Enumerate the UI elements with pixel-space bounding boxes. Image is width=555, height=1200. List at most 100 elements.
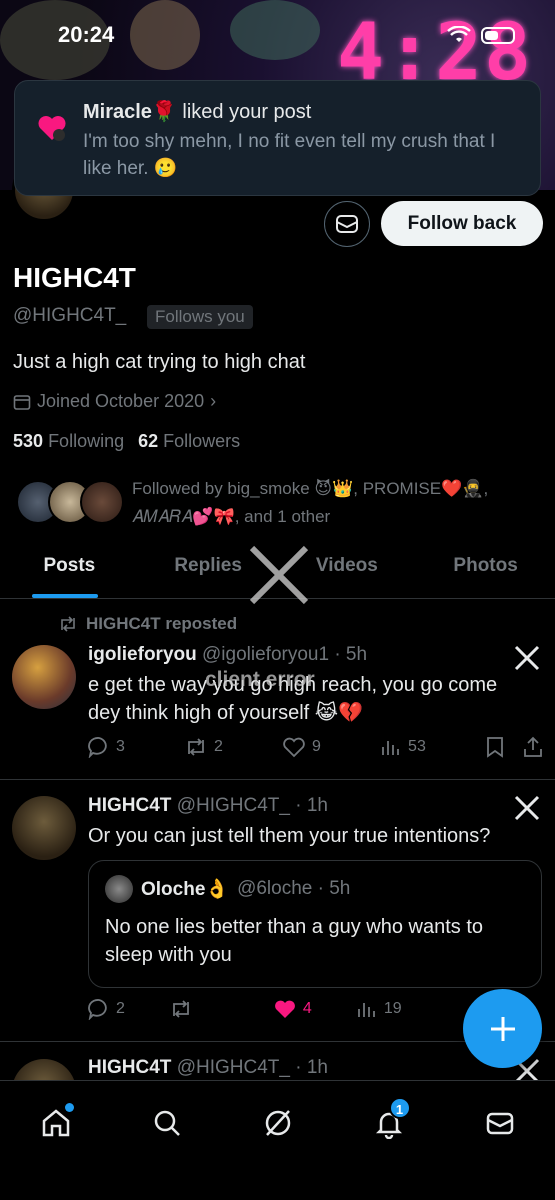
repost-label: HIGHC4T reposted [86,614,238,633]
chevron-right-icon: › [210,391,217,411]
status-time: 20:24 [58,22,115,47]
like-notification[interactable]: Miracle🌹 liked your post I'm too shy meh… [14,80,541,196]
like-count: 9 [312,738,321,755]
post-avatar[interactable] [12,796,76,860]
quote-meta: @6loche · 5h [237,878,351,899]
post-actions: 3 2 9 53 [88,736,543,758]
followers-label: Followers [163,431,241,451]
like-button[interactable]: 9 [282,736,321,758]
repost-icon [188,738,204,756]
nav-grok[interactable] [258,1103,298,1143]
author-name: HIGHC4T [88,795,172,816]
views-button[interactable]: 53 [380,737,426,757]
unread-dot [64,1103,74,1112]
heart-filled-icon [274,1000,295,1018]
post-text: Or you can just tell them your true inte… [88,825,491,847]
views-button[interactable]: 19 [356,999,402,1019]
repost-button[interactable] [169,999,193,1019]
reply-icon [88,737,107,758]
repost-icon [173,1000,189,1018]
tab-photos[interactable]: Photos [416,543,555,598]
reply-count: 3 [116,738,125,755]
views-icon [357,1003,375,1017]
x-logo-icon[interactable] [513,794,541,822]
followers-count: 62 [138,431,159,451]
repost-button[interactable]: 2 [184,737,223,757]
notification-body: I'm too shy mehn, I no fit even tell my … [83,131,496,179]
following-count: 530 [13,431,44,451]
banner-art [230,0,320,60]
banner-art [130,0,200,70]
nav-search[interactable] [147,1103,187,1143]
calendar-icon [13,394,31,410]
views-count: 19 [383,1000,402,1017]
avatar [80,480,124,524]
error-cross-icon [249,545,309,605]
quote-header: Oloche👌 @6loche · 5h [105,875,525,903]
heart-icon [38,116,66,141]
joined-label: Joined October 2020 [37,391,205,411]
search-icon [154,1110,180,1136]
quote-author: Oloche👌 [141,879,230,900]
following-link[interactable]: 530 Following [13,431,124,452]
x-logo-icon[interactable] [513,644,541,672]
author-meta: @HIGHC4T_ · 1h [176,1057,328,1078]
like-button[interactable]: 4 [273,998,312,1020]
home-icon [42,1109,69,1137]
like-count: 4 [302,1000,312,1017]
post-author: HIGHC4T @HIGHC4T_ · 1h [88,795,328,817]
envelope-icon [486,1112,513,1135]
author-meta: @igolieforyou1 · 5h [202,644,368,665]
post-author: igolieforyou @igolieforyou1 · 5h [88,644,367,666]
repost-count: 2 [214,738,223,755]
client-error-overlay: client error [205,668,315,691]
profile-bio: Just a high cat trying to high chat [13,351,306,373]
reply-button[interactable]: 2 [88,998,125,1020]
heart-outline-icon [283,737,305,758]
followers-link[interactable]: 62 Followers [138,431,240,452]
author-meta: @HIGHC4T_ · 1h [176,795,328,816]
nav-home[interactable] [36,1103,76,1143]
mutual-followers-avatars[interactable] [16,480,126,526]
author-name: igolieforyou [88,644,197,665]
bookmark-icon[interactable] [485,736,505,758]
message-button[interactable] [324,201,370,247]
notification-title: Miracle🌹 liked your post [83,99,522,124]
nav-notifications[interactable]: 1 [369,1097,411,1143]
follow-back-button[interactable]: Follow back [381,201,543,246]
author-name: HIGHC4T [88,1057,172,1078]
quote-text: No one lies better than a guy who wants … [105,916,484,966]
following-label: Following [48,431,125,451]
reply-count: 2 [116,1000,125,1017]
joined-date[interactable]: Joined October 2020 › [13,391,216,412]
notification-badge: 1 [388,1097,411,1119]
reply-icon [88,999,107,1020]
follows-you-badge: Follows you [147,305,253,329]
nav-messages[interactable] [480,1103,520,1143]
share-icon[interactable] [523,736,543,758]
avatar [105,875,133,903]
notification-user: Miracle🌹 [83,101,177,123]
quoted-post[interactable]: Oloche👌 @6loche · 5h No one lies better … [88,860,542,988]
tab-posts[interactable]: Posts [0,543,139,598]
reply-button[interactable]: 3 [88,736,125,758]
battery-icon [481,26,515,44]
views-icon [382,741,399,755]
profile-handle: @HIGHC4T_ [13,305,127,326]
notification-action: liked your post [176,101,312,123]
grok-icon [265,1110,290,1136]
repost-icon [61,616,75,632]
views-count: 53 [408,738,426,755]
post-avatar[interactable] [12,645,76,709]
bottom-navigation: 1 [0,1080,555,1200]
wifi-icon [447,26,471,42]
profile-name: HIGHC4T [13,262,136,293]
repost-indicator: HIGHC4T reposted [58,614,237,634]
follow-counts: 530 Following 62 Followers [13,431,240,452]
post-author: HIGHC4T @HIGHC4T_ · 1h [88,1057,328,1079]
plus-icon [490,1016,515,1041]
followed-by-text[interactable]: Followed by big_smoke 😈👑, PROMISE❤️🥷, 𝐴𝑀… [132,475,542,531]
envelope-icon [336,215,358,233]
compose-button[interactable] [463,989,542,1068]
status-icons [447,26,515,44]
